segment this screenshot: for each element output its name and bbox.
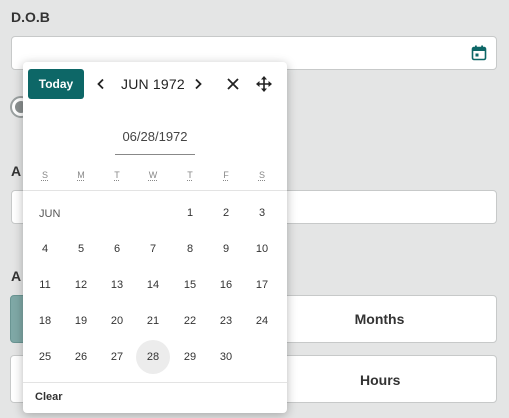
weekday-label: T: [114, 170, 120, 180]
day-cell[interactable]: 21: [136, 304, 170, 338]
chevron-right-icon[interactable]: [188, 74, 208, 94]
day-cell[interactable]: 16: [209, 268, 243, 302]
unit-segment-months[interactable]: Months: [262, 295, 497, 343]
day-cell[interactable]: 30: [209, 340, 243, 374]
weekday-label: S: [258, 170, 265, 180]
day-cell[interactable]: 8: [173, 232, 207, 266]
field-label-b: A: [11, 268, 22, 284]
weekday-label: S: [41, 170, 48, 180]
day-cell[interactable]: 22: [173, 304, 207, 338]
day-cell[interactable]: 10: [245, 232, 279, 266]
day-cell[interactable]: 19: [64, 304, 98, 338]
months-label: Months: [354, 311, 405, 327]
weekday-label: M: [77, 170, 85, 180]
datepicker-popup: Today JUN 1972 S M T W T F S JUN 1234567…: [23, 62, 287, 413]
day-cell[interactable]: 20: [100, 304, 134, 338]
day-cell[interactable]: 11: [28, 268, 62, 302]
divider: [23, 190, 287, 191]
day-cell[interactable]: 13: [100, 268, 134, 302]
move-icon[interactable]: [254, 74, 274, 94]
clear-button[interactable]: Clear: [35, 391, 63, 403]
weekday-label: W: [148, 170, 158, 180]
day-cell[interactable]: 26: [64, 340, 98, 374]
day-cell[interactable]: 6: [100, 232, 134, 266]
month-short-label: JUN: [39, 208, 61, 220]
day-cell[interactable]: 29: [173, 340, 207, 374]
day-cell[interactable]: 9: [209, 232, 243, 266]
day-cell[interactable]: 25: [28, 340, 62, 374]
day-cell[interactable]: 17: [245, 268, 279, 302]
hours-label: Hours: [360, 372, 401, 388]
day-cell[interactable]: 1: [173, 196, 207, 230]
day-cell[interactable]: 3: [245, 196, 279, 230]
day-cell[interactable]: 12: [64, 268, 98, 302]
day-cell[interactable]: 4: [28, 232, 62, 266]
day-cell[interactable]: 23: [209, 304, 243, 338]
close-icon[interactable]: [223, 74, 243, 94]
month-year-title[interactable]: JUN 1972: [121, 76, 185, 92]
day-cell[interactable]: 5: [64, 232, 98, 266]
day-cell[interactable]: 18: [28, 304, 62, 338]
day-cell[interactable]: 7: [136, 232, 170, 266]
calendar-icon[interactable]: [471, 45, 487, 61]
weekday-label: F: [223, 170, 229, 180]
day-cell[interactable]: 27: [100, 340, 134, 374]
divider: [23, 382, 287, 383]
day-cell[interactable]: 24: [245, 304, 279, 338]
day-cell[interactable]: 14: [136, 268, 170, 302]
day-cell[interactable]: 2: [209, 196, 243, 230]
field-label-a: A: [11, 163, 22, 179]
dob-label: D.O.B: [11, 9, 50, 25]
chevron-left-icon[interactable]: [91, 74, 111, 94]
day-cell[interactable]: 15: [173, 268, 207, 302]
today-button[interactable]: Today: [28, 69, 84, 99]
day-cell-selected[interactable]: 28: [136, 340, 170, 374]
weekday-label: T: [187, 170, 193, 180]
date-input[interactable]: [115, 118, 195, 155]
